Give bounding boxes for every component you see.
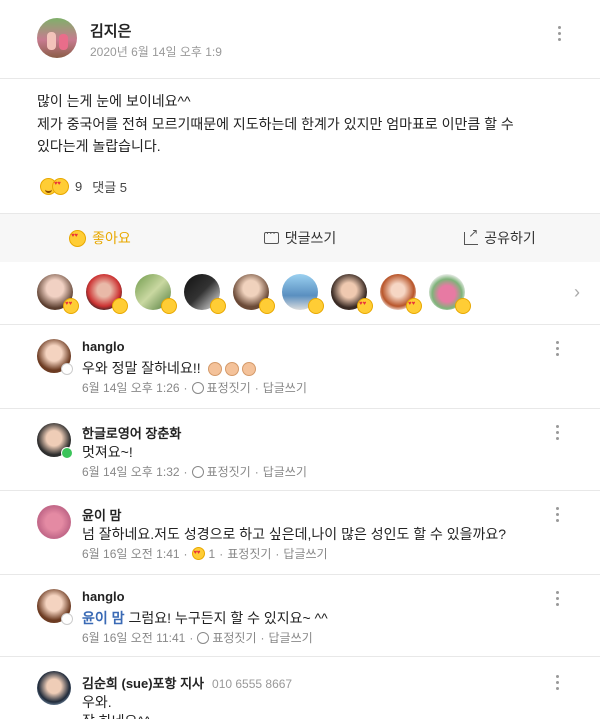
header-divider: [0, 78, 600, 79]
commenter-avatar[interactable]: [37, 671, 71, 705]
comment-more-icon[interactable]: [556, 507, 560, 523]
smiley-icon: [197, 631, 210, 644]
reactor-avatar[interactable]: [184, 274, 226, 314]
comment-meta: 6월 14일 오후 1:26 · 표정짓기 · 답글쓰기: [82, 379, 307, 396]
reactor-avatar[interactable]: [86, 274, 128, 314]
comment-more-icon[interactable]: [556, 675, 560, 691]
emote-button[interactable]: 표정짓기: [207, 463, 251, 480]
reply-button[interactable]: 답글쓰기: [263, 379, 307, 396]
comment-time: 6월 14일 오후 1:26: [82, 381, 180, 395]
comment-time: 6월 16일 오전 11:41: [82, 631, 186, 645]
comment-time: 6월 16일 오전 1:41: [82, 547, 180, 561]
reactor-avatar[interactable]: [331, 274, 373, 314]
write-comment-button[interactable]: 댓글쓰기: [200, 214, 400, 262]
smile-badge-icon: [259, 298, 275, 314]
love-badge-icon: [63, 298, 79, 314]
member-badge-icon: [61, 363, 73, 375]
commenter-name[interactable]: 한글로영어 장춘화: [82, 423, 181, 442]
emote-button[interactable]: 표정짓기: [207, 379, 251, 396]
comment-text: 넘 잘하네요.저도 성경으로 하고 싶은데,나이 많은 성인도 할 수 있을까요…: [82, 526, 507, 542]
chevron-right-icon[interactable]: ›: [574, 282, 580, 303]
smiley-icon: [191, 465, 204, 478]
reply-button[interactable]: 답글쓰기: [269, 629, 313, 646]
commenter-avatar[interactable]: [37, 505, 71, 539]
love-badge-icon: [406, 298, 422, 314]
comment-text: 잘 하네요^^: [82, 711, 151, 719]
emote-button[interactable]: 표정짓기: [212, 629, 256, 646]
comment-more-icon[interactable]: [556, 425, 560, 441]
comment-more-icon[interactable]: [556, 591, 560, 607]
reactor-avatar[interactable]: [233, 274, 275, 314]
love-emoji-icon: [191, 547, 205, 560]
action-bar: 좋아요 댓글쓰기 공유하기: [0, 214, 600, 262]
commenter-name[interactable]: 김순희 (sue)포항 지사: [82, 676, 204, 691]
post-body-line: 있다는게 놀랍습니다.: [37, 138, 161, 154]
post-body-line: 제가 중국어를 전혀 모르기때문에 지도하는데 한계가 있지만 엄마표로 이만큼…: [37, 115, 514, 132]
comment-item: 김순희 (sue)포항 지사 010 6555 8667 우와. 잘 하네요^^: [0, 657, 600, 719]
comment-item: 한글로영어 장춘화 멋져요~! 6월 14일 오후 1:32 · 표정짓기 · …: [0, 409, 600, 491]
comment-more-icon[interactable]: [556, 341, 560, 357]
speech-bubble-icon: [263, 228, 279, 244]
comment-meta: 6월 16일 오전 1:41 · 1 · 표정짓기 · 답글쓰기: [82, 545, 328, 562]
comment-item: 윤이 맘 넘 잘하네요.저도 성경으로 하고 싶은데,나이 많은 성인도 할 수…: [0, 491, 600, 575]
reactor-avatar[interactable]: [282, 274, 324, 314]
author-name[interactable]: 김지은: [90, 20, 131, 41]
commenter-name[interactable]: hanglo: [82, 589, 125, 604]
love-emoji-icon: [69, 229, 87, 247]
reactor-avatar[interactable]: [429, 274, 471, 314]
share-label: 공유하기: [484, 230, 536, 246]
love-emoji-icon: [52, 177, 69, 195]
comment-item: hanglo 윤이 맘 그럼요! 누구든지 할 수 있지요~ ^^ 6월 16일 …: [0, 575, 600, 657]
commenter-name[interactable]: 윤이 맘: [82, 505, 122, 524]
comment-reaction-count[interactable]: 1: [209, 547, 216, 561]
reaction-count: 9: [75, 178, 83, 194]
post-more-icon[interactable]: [558, 26, 562, 42]
commenter-name-row: 김순희 (sue)포항 지사 010 6555 8667: [82, 673, 292, 692]
comment-count[interactable]: 댓글 5: [92, 177, 127, 196]
reactor-avatars: ›: [0, 262, 600, 324]
clap-emoji-icon: [207, 362, 222, 377]
share-button[interactable]: 공유하기: [400, 214, 600, 262]
comment-text: 우와 정말 잘하네요!!: [82, 360, 201, 376]
reactions-summary[interactable]: 9 댓글 5: [40, 176, 127, 196]
comment-meta: 6월 14일 오후 1:32 · 표정짓기 · 답글쓰기: [82, 463, 307, 480]
clap-emoji-icon: [224, 362, 239, 377]
post-timestamp: 2020년 6월 14일 오후 1:9: [90, 45, 222, 59]
smile-badge-icon: [210, 298, 226, 314]
comment-text-row: 윤이 맘 그럼요! 누구든지 할 수 있지요~ ^^: [82, 608, 328, 628]
comment-text: 그럼요! 누구든지 할 수 있지요~ ^^: [128, 610, 328, 626]
reply-button[interactable]: 답글쓰기: [263, 463, 307, 480]
comment-text: 우와.: [82, 694, 112, 710]
mention-link[interactable]: 윤이 맘: [82, 610, 125, 626]
author-avatar[interactable]: [37, 18, 77, 58]
smile-badge-icon: [161, 298, 177, 314]
reactor-avatar[interactable]: [135, 274, 177, 314]
member-badge-icon: [61, 613, 73, 625]
smile-badge-icon: [455, 298, 471, 314]
smile-badge-icon: [308, 298, 324, 314]
comment-item: hanglo 우와 정말 잘하네요!! 6월 14일 오후 1:26 · 표정짓…: [0, 325, 600, 409]
reply-button[interactable]: 답글쓰기: [283, 545, 327, 562]
comment-meta: 6월 16일 오전 11:41 · 표정짓기 · 답글쓰기: [82, 629, 313, 646]
verified-badge-icon: [61, 447, 73, 459]
like-button[interactable]: 좋아요: [0, 214, 200, 262]
commenter-phone: 010 6555 8667: [212, 677, 293, 691]
post-body: 많이 는게 눈에 보이네요^^ 제가 중국어를 전혀 모르기때문에 지도하는데 …: [37, 90, 577, 158]
reactor-avatar[interactable]: [37, 274, 79, 314]
post-header: 김지은 2020년 6월 14일 오후 1:9: [0, 0, 600, 78]
write-comment-label: 댓글쓰기: [284, 230, 337, 246]
comment-text-row: 우와 정말 잘하네요!!: [82, 358, 256, 378]
post-body-line: 많이 는게 눈에 보이네요^^: [37, 93, 191, 109]
smiley-icon: [191, 381, 204, 394]
emote-button[interactable]: 표정짓기: [227, 545, 271, 562]
comment-time: 6월 14일 오후 1:32: [82, 465, 180, 479]
clap-emoji-icon: [241, 362, 256, 377]
comment-text: 멋져요~!: [82, 444, 133, 460]
commenter-name[interactable]: hanglo: [82, 339, 125, 354]
like-label: 좋아요: [92, 230, 131, 246]
smile-badge-icon: [112, 298, 128, 314]
reactor-avatar[interactable]: [380, 274, 422, 314]
love-badge-icon: [357, 298, 373, 314]
share-icon: [464, 226, 478, 245]
